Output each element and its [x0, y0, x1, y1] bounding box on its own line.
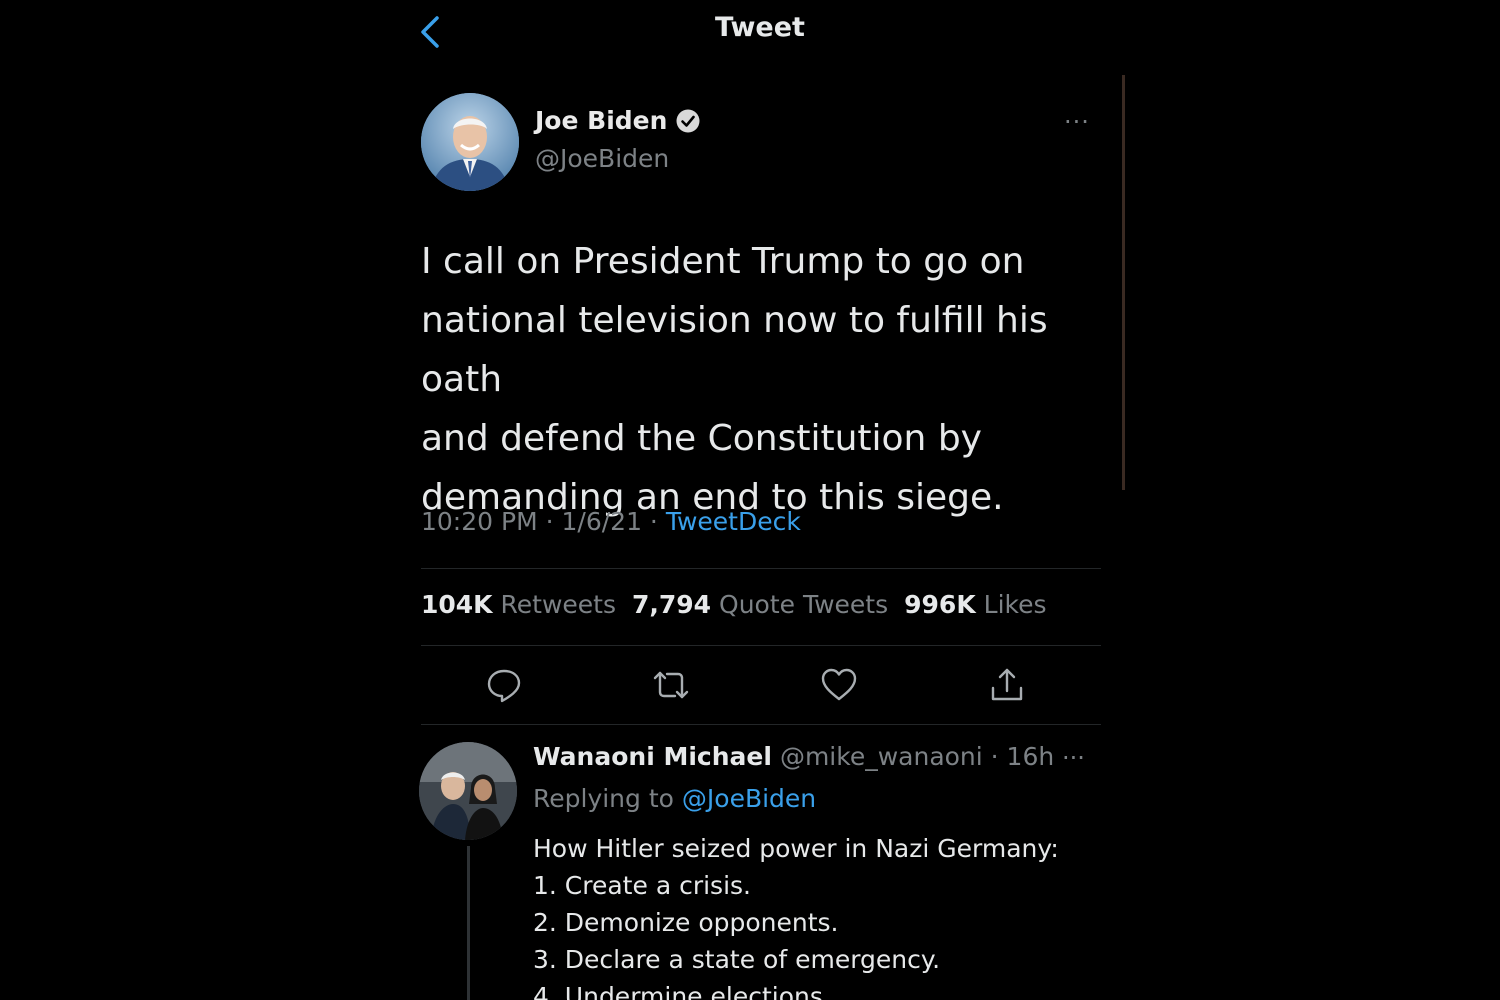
chevron-left-icon [421, 16, 439, 48]
replying-to: Replying to @JoeBiden [533, 784, 816, 813]
engagement-stats: 104K Retweets 7,794 Quote Tweets 996K Li… [421, 590, 1047, 619]
tweet-detail-screen: Tweet Joe Biden @JoeBiden ··· I call on … [0, 0, 1500, 1000]
reply-header: Wanaoni Michael @mike_wanaoni · 16h [533, 742, 1054, 771]
tweet-text-line: and defend the Constitution by [421, 418, 982, 459]
likes-stat[interactable]: 996K Likes [904, 590, 1046, 619]
divider [421, 724, 1101, 725]
tweet-text: I call on President Trump to go on natio… [421, 232, 1121, 527]
like-button[interactable] [819, 665, 859, 705]
reply-more-options-icon[interactable]: ··· [1062, 744, 1085, 772]
reply-author-name[interactable]: Wanaoni Michael [533, 742, 772, 771]
reply-text-line: 4. Undermine elections. [533, 982, 831, 1000]
meta-separator: · [545, 507, 554, 536]
retweets-count: 104K [421, 590, 493, 619]
reply-author-avatar[interactable] [419, 742, 517, 840]
tweet-text-line: national television now to fulfill his o… [421, 300, 1048, 400]
reply-text-line: 1. Create a crisis. [533, 871, 751, 900]
likes-label: Likes [983, 590, 1047, 619]
reply-text-line: How Hitler seized power in Nazi Germany: [533, 834, 1059, 863]
quote-tweets-count: 7,794 [631, 590, 712, 619]
share-button[interactable] [987, 665, 1027, 705]
retweets-stat[interactable]: 104K Retweets [421, 590, 616, 619]
more-options-icon[interactable]: ··· [1064, 108, 1100, 136]
replying-to-prefix: Replying to [533, 784, 674, 813]
reply-icon [487, 669, 521, 703]
reply-text-line: 3. Declare a state of emergency. [533, 945, 941, 974]
retweets-label: Retweets [500, 590, 616, 619]
verified-badge-icon [676, 109, 700, 132]
tweet-date[interactable]: 1/6/21 [562, 507, 642, 536]
reply-text-line: 2. Demonize opponents. [533, 908, 839, 937]
author-name-row[interactable]: Joe Biden [535, 106, 701, 135]
quote-tweets-stat[interactable]: 7,794 Quote Tweets [632, 590, 888, 619]
retweet-icon [653, 671, 689, 699]
tweet-text-line: I call on President Trump to go on [421, 241, 1025, 282]
retweet-button[interactable] [651, 665, 691, 705]
divider [421, 645, 1101, 646]
avatar-photo-image [419, 742, 517, 840]
author-name[interactable]: Joe Biden [535, 106, 667, 135]
reply-text: How Hitler seized power in Nazi Germany:… [533, 830, 1103, 1000]
author-avatar[interactable] [421, 93, 519, 191]
tweet-meta: 10:20 PM · 1/6/21 · TweetDeck [421, 507, 801, 536]
tweet-source-link[interactable]: TweetDeck [666, 507, 801, 536]
back-button[interactable] [410, 10, 450, 54]
page-title: Tweet [715, 12, 805, 43]
replying-to-handle-link[interactable]: @JoeBiden [682, 784, 816, 813]
like-icon [821, 668, 857, 701]
meta-separator: · [649, 507, 658, 536]
quote-tweets-label: Quote Tweets [719, 590, 889, 619]
avatar-portrait-image [421, 93, 519, 191]
reply-button[interactable] [484, 665, 524, 705]
divider [421, 568, 1101, 569]
thread-line [467, 846, 470, 1000]
scroll-indicator [1122, 75, 1125, 490]
author-handle[interactable]: @JoeBiden [535, 144, 669, 173]
share-icon [991, 668, 1023, 701]
likes-count: 996K [904, 590, 976, 619]
reply-handle-time[interactable]: @mike_wanaoni · 16h [780, 742, 1054, 771]
tweet-time[interactable]: 10:20 PM [421, 507, 538, 536]
